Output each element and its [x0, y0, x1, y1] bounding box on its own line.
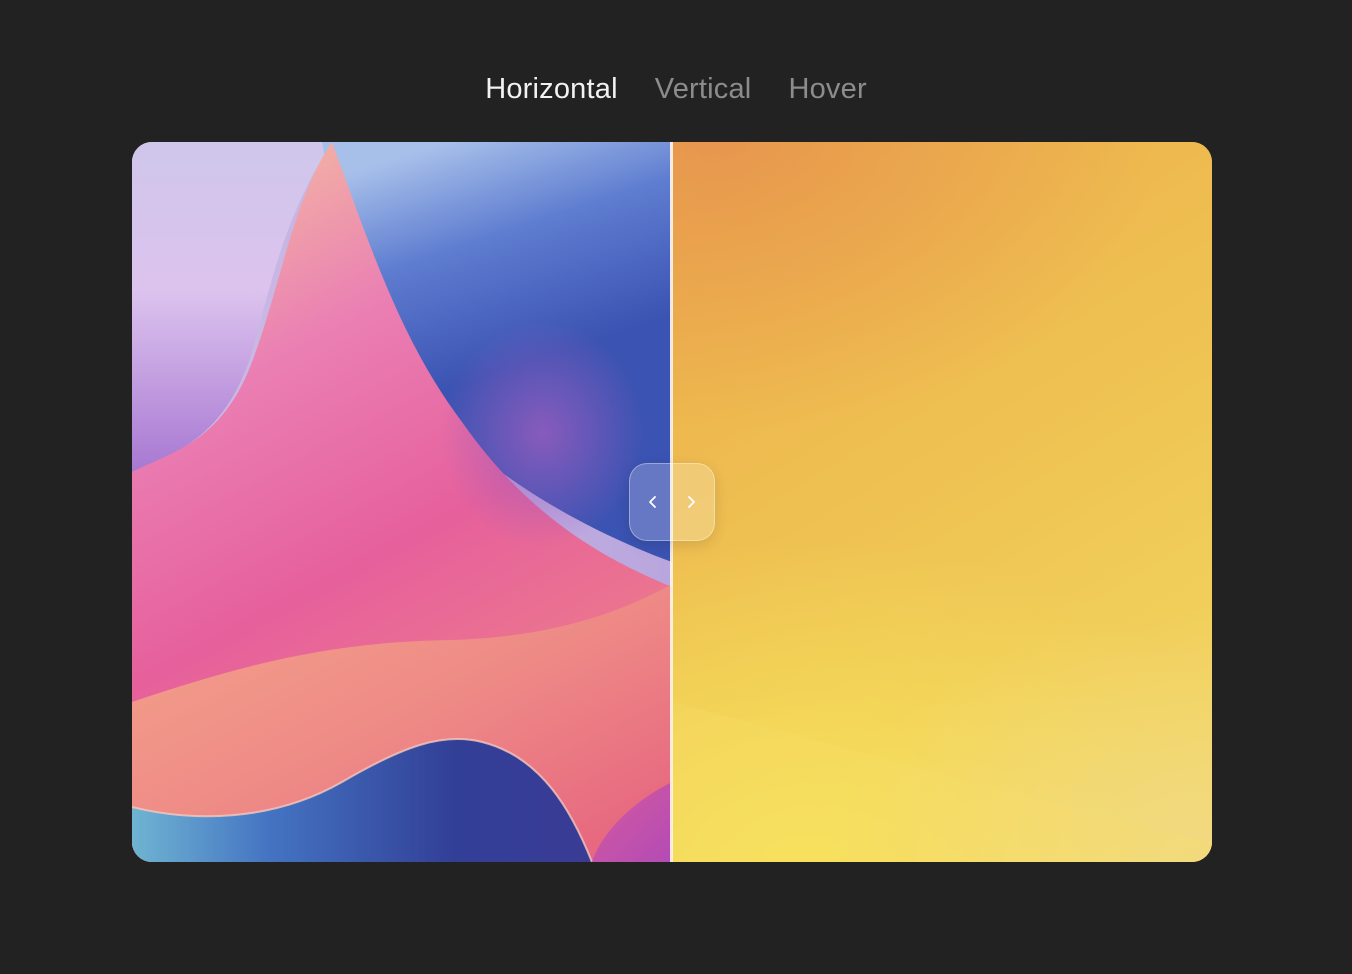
tab-hover[interactable]: Hover — [788, 70, 866, 108]
mode-tabs: Horizontal Vertical Hover — [0, 70, 1352, 108]
before-image — [132, 142, 672, 862]
tab-horizontal[interactable]: Horizontal — [485, 70, 618, 108]
image-comparison-slider[interactable] — [132, 142, 1212, 862]
tab-vertical[interactable]: Vertical — [655, 70, 752, 108]
before-image-clip — [132, 142, 672, 862]
chevron-right-icon — [688, 496, 695, 508]
split-handle[interactable] — [629, 463, 715, 541]
page: Horizontal Vertical Hover — [0, 0, 1352, 974]
chevron-left-icon — [649, 496, 656, 508]
